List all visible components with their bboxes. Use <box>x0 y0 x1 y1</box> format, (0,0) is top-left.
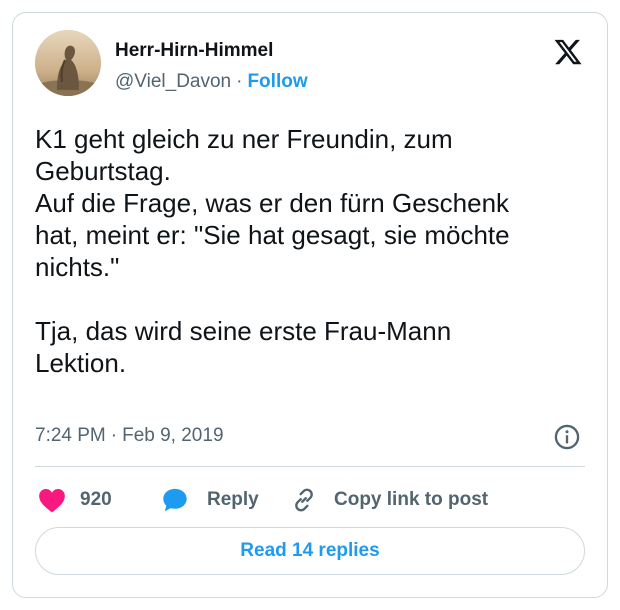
reply-label: Reply <box>207 489 259 510</box>
heart-icon <box>39 489 65 513</box>
reply-button[interactable]: Reply <box>161 485 259 515</box>
divider <box>35 466 585 467</box>
tweet-line: Tja, das wird seine erste Frau-Mann <box>35 316 452 346</box>
avatar[interactable] <box>35 30 101 96</box>
timestamp-separator: · <box>110 425 118 446</box>
tweet-card: Herr-Hirn-Himmel @Viel_Davon · Follow K1 g… <box>12 12 608 598</box>
tweet-line: Geburtstag. <box>35 156 171 186</box>
tweet-line: nichts." <box>35 252 120 282</box>
x-logo-icon[interactable] <box>553 37 583 67</box>
tweet-line: K1 geht gleich zu ner Freundin, zum <box>35 124 453 154</box>
tweet-time[interactable]: 7:24 PM <box>35 425 106 446</box>
tweet-line: Lektion. <box>35 348 127 378</box>
copy-link-label: Copy link to post <box>334 489 489 510</box>
speech-bubble-icon <box>163 488 187 512</box>
follow-button[interactable]: Follow <box>247 71 307 92</box>
read-replies-button[interactable]: Read 14 replies <box>35 527 585 575</box>
info-icon[interactable] <box>553 423 581 451</box>
read-replies-label: Read 14 replies <box>240 540 380 561</box>
like-count: 920 <box>80 489 112 510</box>
tweet-timestamp[interactable]: 7:24 PM · Feb 9, 2019 <box>35 425 224 447</box>
author-handle[interactable]: @Viel_Davon <box>115 71 231 92</box>
author-handle-row: @Viel_Davon · Follow <box>115 71 308 93</box>
tweet-line: Auf die Frage, was er den fürn Geschenk <box>35 188 510 218</box>
author-display-name[interactable]: Herr-Hirn-Himmel <box>115 40 273 62</box>
avatar-image <box>35 30 101 96</box>
like-button[interactable]: 920 <box>38 485 112 515</box>
tweet-line: hat, meint er: "Sie hat gesagt, sie möch… <box>35 220 510 250</box>
handle-separator: · <box>236 71 243 92</box>
copy-link-button[interactable]: Copy link to post <box>290 485 488 515</box>
link-icon <box>295 488 313 512</box>
tweet-text: K1 geht gleich zu ner Freundin, zum Gebu… <box>35 123 595 379</box>
tweet-date[interactable]: Feb 9, 2019 <box>122 425 223 446</box>
paragraph-break <box>35 283 595 315</box>
